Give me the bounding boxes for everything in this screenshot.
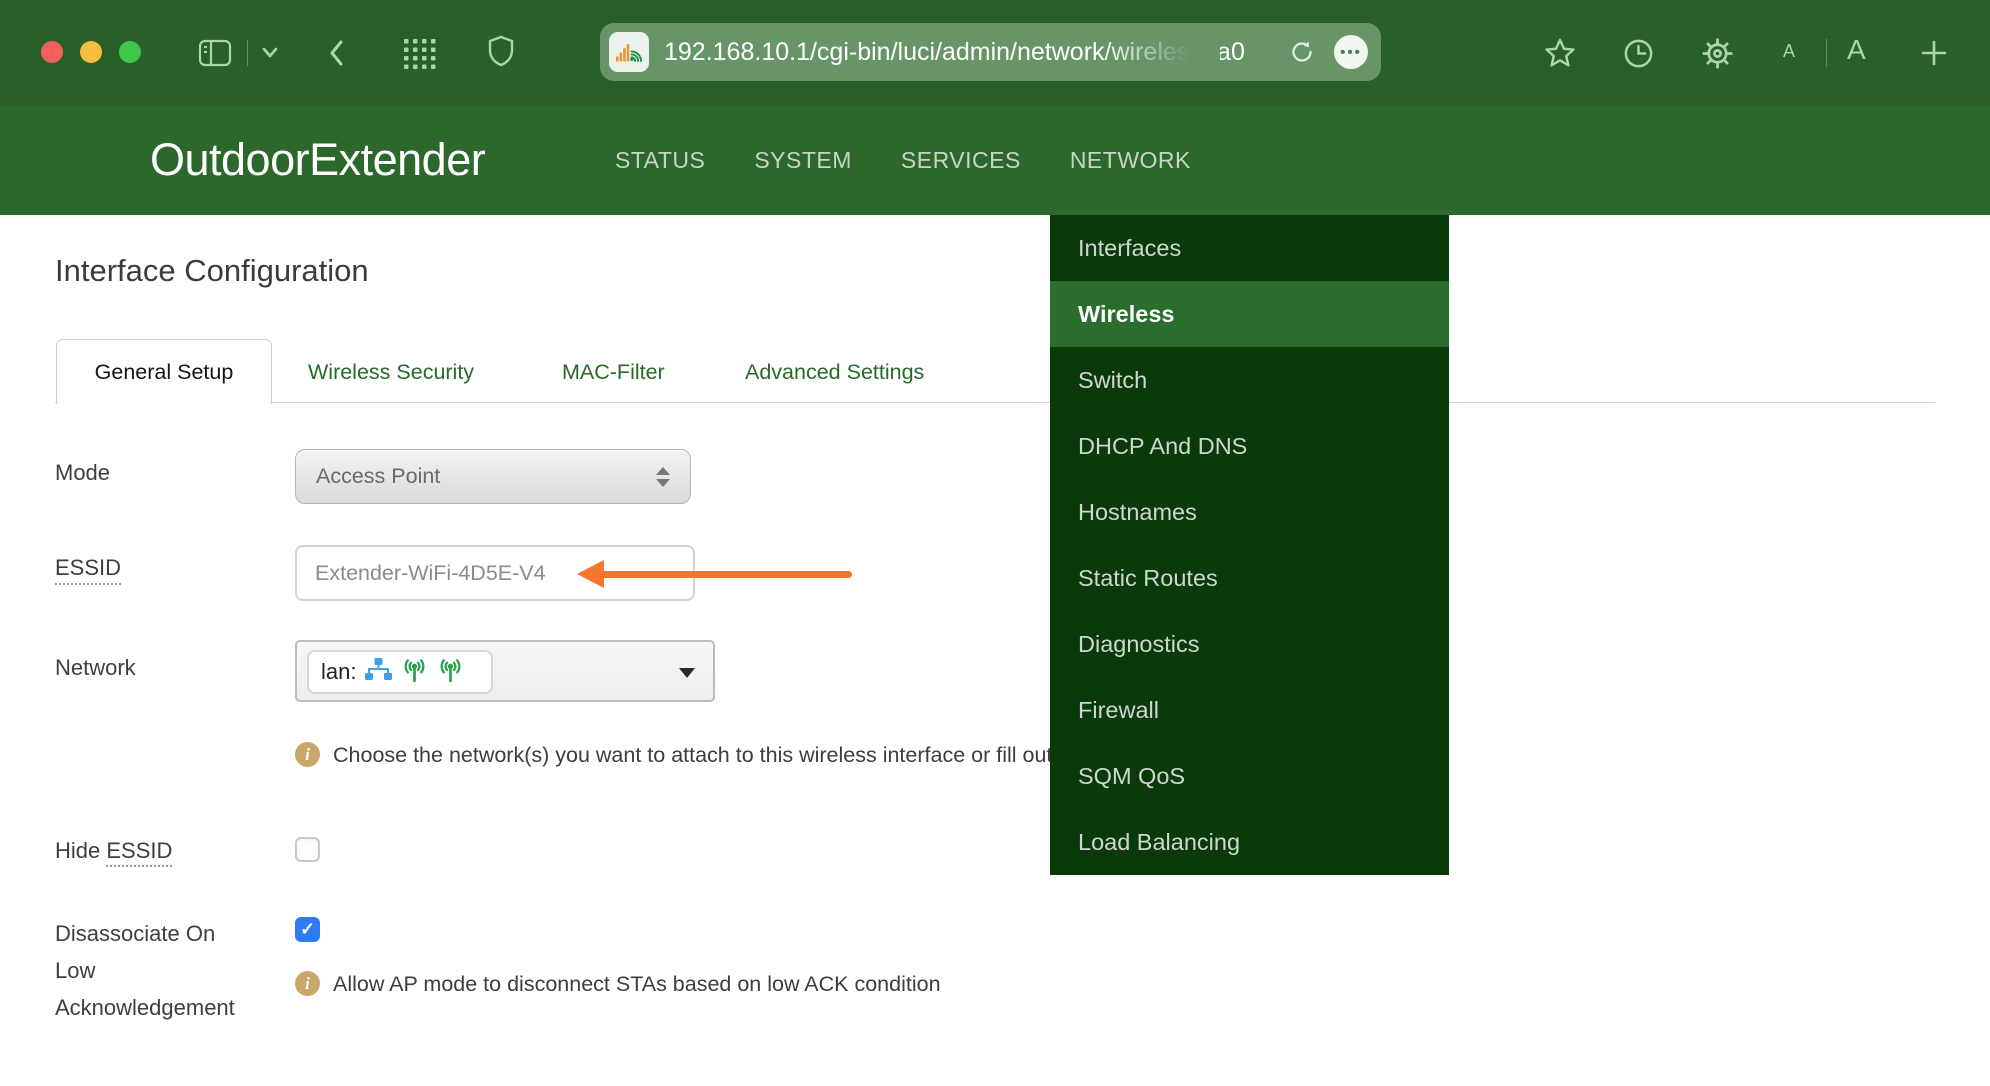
font-larger-button[interactable]: A [1847,34,1866,66]
shield-icon[interactable] [487,35,515,69]
chevron-down-icon[interactable] [258,44,282,62]
content-area: Interface Configuration General Setup Wi… [0,215,1990,1086]
info-icon: i [295,971,320,996]
menu-item-interfaces[interactable]: Interfaces [1050,215,1449,281]
url-fade [1100,23,1220,81]
annotation-arrow-shaft [596,571,852,578]
browser-chrome: 192.168.10.1/cgi-bin/luci/admin/network/… [0,0,1990,105]
sidebar-toggle-icon[interactable] [198,38,232,68]
tab-mac-filter[interactable]: MAC-Filter [562,360,665,385]
menu-item-wireless[interactable]: Wireless [1050,281,1449,347]
menu-item-switch[interactable]: Switch [1050,347,1449,413]
tab-divider-line [55,402,1935,403]
network-select[interactable]: lan: [295,640,715,702]
mode-label: Mode [55,460,110,486]
nav-system[interactable]: SYSTEM [754,147,852,174]
ethernet-icon [365,658,392,686]
network-dropdown-menu: Interfaces Wireless Switch DHCP And DNS … [1050,215,1449,875]
bookmarks-star-icon[interactable] [1542,36,1578,70]
disassoc-label: Disassociate On Low Acknowledgement [55,915,235,1026]
back-icon[interactable] [326,37,348,69]
network-label: Network [55,655,136,681]
url-bar[interactable]: 192.168.10.1/cgi-bin/luci/admin/network/… [600,23,1381,81]
font-smaller-button[interactable]: A [1783,41,1795,62]
tab-advanced-settings[interactable]: Advanced Settings [745,360,924,385]
settings-gear-icon[interactable] [1700,36,1735,71]
traffic-light-maximize[interactable] [119,41,141,63]
brand-name: OutdoorExtender [150,134,485,186]
nav-services[interactable]: SERVICES [901,147,1021,174]
menu-item-firewall[interactable]: Firewall [1050,677,1449,743]
main-nav: STATUS SYSTEM SERVICES NETWORK [615,105,1191,215]
tab-grid-icon[interactable] [402,37,438,69]
wifi-antenna-icon [401,656,428,688]
mode-select-value: Access Point [316,464,440,489]
menu-item-hostnames[interactable]: Hostnames [1050,479,1449,545]
essid-input-value: Extender-WiFi-4D5E-V4 [315,561,546,586]
hide-essid-checkbox[interactable] [295,837,320,862]
disassoc-checkbox[interactable]: ✓ [295,917,320,942]
more-options-button[interactable]: ••• [1334,35,1368,69]
menu-item-load-balancing[interactable]: Load Balancing [1050,809,1449,875]
menu-item-static-routes[interactable]: Static Routes [1050,545,1449,611]
select-updown-icon [656,467,670,487]
menu-item-dhcp-dns[interactable]: DHCP And DNS [1050,413,1449,479]
reload-icon[interactable] [1289,39,1315,65]
wifi-antenna-icon [437,656,464,688]
dropdown-caret-icon [679,668,695,678]
tab-general-setup[interactable]: General Setup [56,339,272,404]
new-tab-plus-icon[interactable] [1918,37,1950,69]
disassoc-hint-text: Allow AP mode to disconnect STAs based o… [333,972,941,997]
menu-item-sqm-qos[interactable]: SQM QoS [1050,743,1449,809]
hide-essid-label: Hide ESSID [55,838,172,864]
traffic-light-close[interactable] [41,41,63,63]
toolbar-divider [247,40,248,66]
page-title: Interface Configuration [55,253,369,289]
site-header: OutdoorExtender STATUS SYSTEM SERVICES N… [0,105,1990,215]
info-icon: i [295,742,320,767]
essid-label: ESSID [55,555,121,585]
nav-status[interactable]: STATUS [615,147,705,174]
tab-wireless-security[interactable]: Wireless Security [308,360,474,385]
site-favicon [609,32,649,72]
nav-network[interactable]: NETWORK [1070,147,1191,174]
history-clock-icon[interactable] [1622,37,1655,70]
mode-select[interactable]: Access Point [295,449,691,504]
network-chip-label: lan: [321,659,356,685]
annotation-arrow-icon [577,560,604,588]
menu-item-diagnostics[interactable]: Diagnostics [1050,611,1449,677]
network-chip-lan: lan: [307,650,493,694]
toolbar-divider-2 [1826,39,1827,67]
traffic-light-minimize[interactable] [80,41,102,63]
